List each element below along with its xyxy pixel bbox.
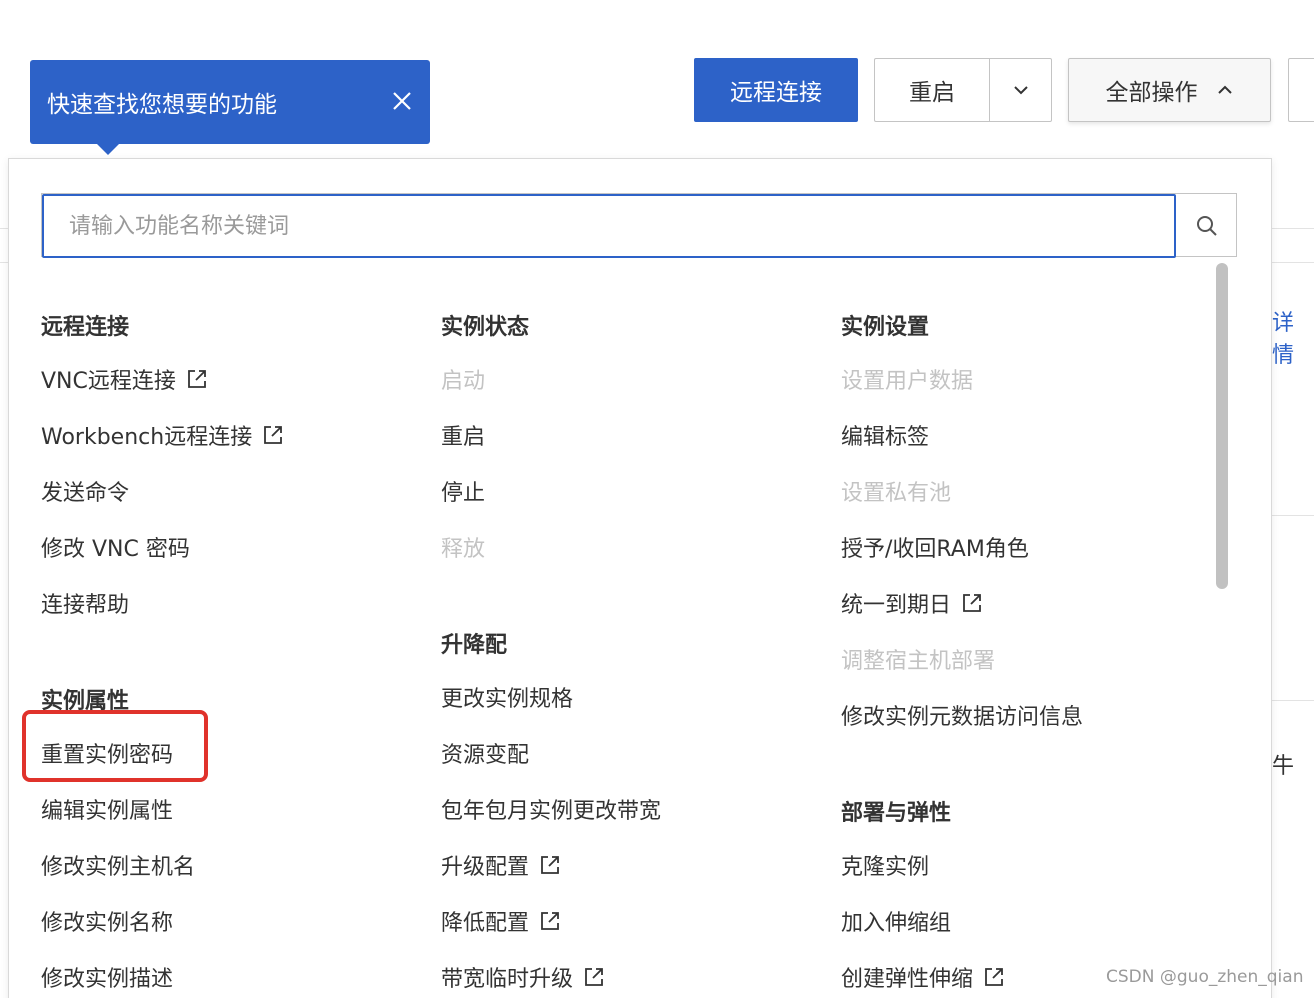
menu-item-label: 升级配置 xyxy=(441,855,530,880)
bg-divider xyxy=(1272,515,1314,516)
section-heading-remote-connect: 远程连接 xyxy=(41,315,130,340)
watermark: CSDN @guo_zhen_qian xyxy=(1106,967,1304,987)
search-button[interactable] xyxy=(1176,194,1238,258)
menu-item-change-instance-name[interactable]: 修改实例名称 xyxy=(41,905,173,937)
search-icon xyxy=(1197,216,1217,236)
background-text-fragment: 牛 xyxy=(1272,754,1295,779)
section-heading-upgrade-downgrade: 升降配 xyxy=(441,633,508,658)
chevron-up-icon xyxy=(1217,85,1232,94)
menu-item-stop[interactable]: 停止 xyxy=(441,475,485,507)
restart-button[interactable]: 重启 xyxy=(874,58,989,122)
menu-item-label: 创建弹性伸缩 xyxy=(841,967,974,992)
page: 详情 牛 远程连接 重启 全部操作 快速查找您想要的功能 请输入功能名称关键词 … xyxy=(0,0,1314,998)
menu-item-label: 带宽临时升级 xyxy=(441,967,574,992)
menu-item-downgrade-config[interactable]: 降低配置 xyxy=(441,905,561,937)
menu-item-change-instance-description[interactable]: 修改实例描述 xyxy=(41,961,173,993)
external-link-icon xyxy=(985,968,1003,986)
menu-item-join-scaling-group[interactable]: 加入伸缩组 xyxy=(841,905,951,937)
external-link-icon xyxy=(585,968,603,986)
detail-link[interactable]: 详情 xyxy=(1272,305,1314,369)
menu-item-grant-revoke-ram-role[interactable]: 授予/收回RAM角色 xyxy=(841,531,1029,563)
menu-item-subscription-change-bandwidth[interactable]: 包年包月实例更改带宽 xyxy=(441,793,661,825)
menu-item-adjust-host-deployment: 调整宿主机部署 xyxy=(841,649,996,674)
remote-connect-button[interactable]: 远程连接 xyxy=(694,58,858,122)
menu-item-label: 降低配置 xyxy=(441,911,530,936)
menu-item-change-vnc-password[interactable]: 修改 VNC 密码 xyxy=(41,531,190,563)
chevron-down-icon xyxy=(1013,86,1028,95)
feature-search-box xyxy=(41,193,1238,258)
menu-item-workbench-remote-connect[interactable]: Workbench远程连接 xyxy=(41,419,284,451)
feature-search-input[interactable] xyxy=(42,194,1176,258)
all-operations-label: 全部操作 xyxy=(1105,80,1198,106)
menu-item-connect-help[interactable]: 连接帮助 xyxy=(41,587,129,619)
external-link-icon xyxy=(963,594,981,612)
bg-divider xyxy=(0,262,8,263)
external-link-icon xyxy=(187,370,206,388)
scrollbar-thumb[interactable] xyxy=(1216,263,1228,589)
external-link-icon xyxy=(541,912,559,930)
menu-item-label: Workbench远程连接 xyxy=(41,425,253,450)
feature-search-tooltip: 快速查找您想要的功能 xyxy=(30,60,430,155)
all-operations-panel: 远程连接 VNC远程连接 Workbench远程连接 发送命令 修改 VNC 密… xyxy=(8,158,1272,998)
menu-item-restart[interactable]: 重启 xyxy=(441,419,485,451)
bg-divider xyxy=(1272,700,1314,701)
menu-item-upgrade-config[interactable]: 升级配置 xyxy=(441,849,561,881)
menu-item-clone-instance[interactable]: 克隆实例 xyxy=(841,849,929,881)
menu-item-resource-change[interactable]: 资源变配 xyxy=(441,737,529,769)
bg-divider xyxy=(1272,228,1314,229)
menu-item-release: 释放 xyxy=(441,537,486,562)
restart-dropdown-button[interactable] xyxy=(989,58,1052,122)
bg-divider xyxy=(0,228,8,229)
menu-item-edit-tags[interactable]: 编辑标签 xyxy=(841,419,929,451)
menu-item-vnc-remote-connect[interactable]: VNC远程连接 xyxy=(41,363,208,395)
tooltip-text: 快速查找您想要的功能 xyxy=(47,92,277,118)
menu-item-start: 启动 xyxy=(441,369,486,394)
menu-item-unify-expiration-date[interactable]: 统一到期日 xyxy=(841,587,983,619)
menu-item-set-private-pool: 设置私有池 xyxy=(841,481,952,506)
menu-item-create-auto-scaling[interactable]: 创建弹性伸缩 xyxy=(841,961,1005,993)
menu-item-label: 统一到期日 xyxy=(841,593,952,618)
external-link-icon xyxy=(541,856,559,874)
menu-item-modify-metadata-access[interactable]: 修改实例元数据访问信息 xyxy=(841,699,1083,731)
bg-divider xyxy=(1272,262,1314,263)
section-heading-deployment-elasticity: 部署与弹性 xyxy=(841,801,952,826)
menu-item-label: VNC远程连接 xyxy=(41,369,176,394)
section-heading-instance-settings: 实例设置 xyxy=(841,315,930,340)
section-heading-instance-status: 实例状态 xyxy=(441,315,530,340)
menu-item-temporary-bandwidth-upgrade[interactable]: 带宽临时升级 xyxy=(441,961,605,993)
more-button[interactable] xyxy=(1288,58,1314,122)
menu-item-change-hostname[interactable]: 修改实例主机名 xyxy=(41,849,195,881)
menu-item-edit-instance-attributes[interactable]: 编辑实例属性 xyxy=(41,793,173,825)
remote-connect-label: 远程连接 xyxy=(730,80,822,106)
restart-label: 重启 xyxy=(909,80,955,106)
highlight-annotation-box xyxy=(22,710,208,782)
menu-item-change-instance-type[interactable]: 更改实例规格 xyxy=(441,681,573,713)
close-icon[interactable] xyxy=(390,89,414,113)
menu-item-set-user-data: 设置用户数据 xyxy=(841,369,974,394)
more-icon xyxy=(1298,80,1314,100)
all-operations-button[interactable]: 全部操作 xyxy=(1068,58,1271,122)
menu-item-send-command[interactable]: 发送命令 xyxy=(41,475,129,507)
external-link-icon xyxy=(264,426,283,444)
